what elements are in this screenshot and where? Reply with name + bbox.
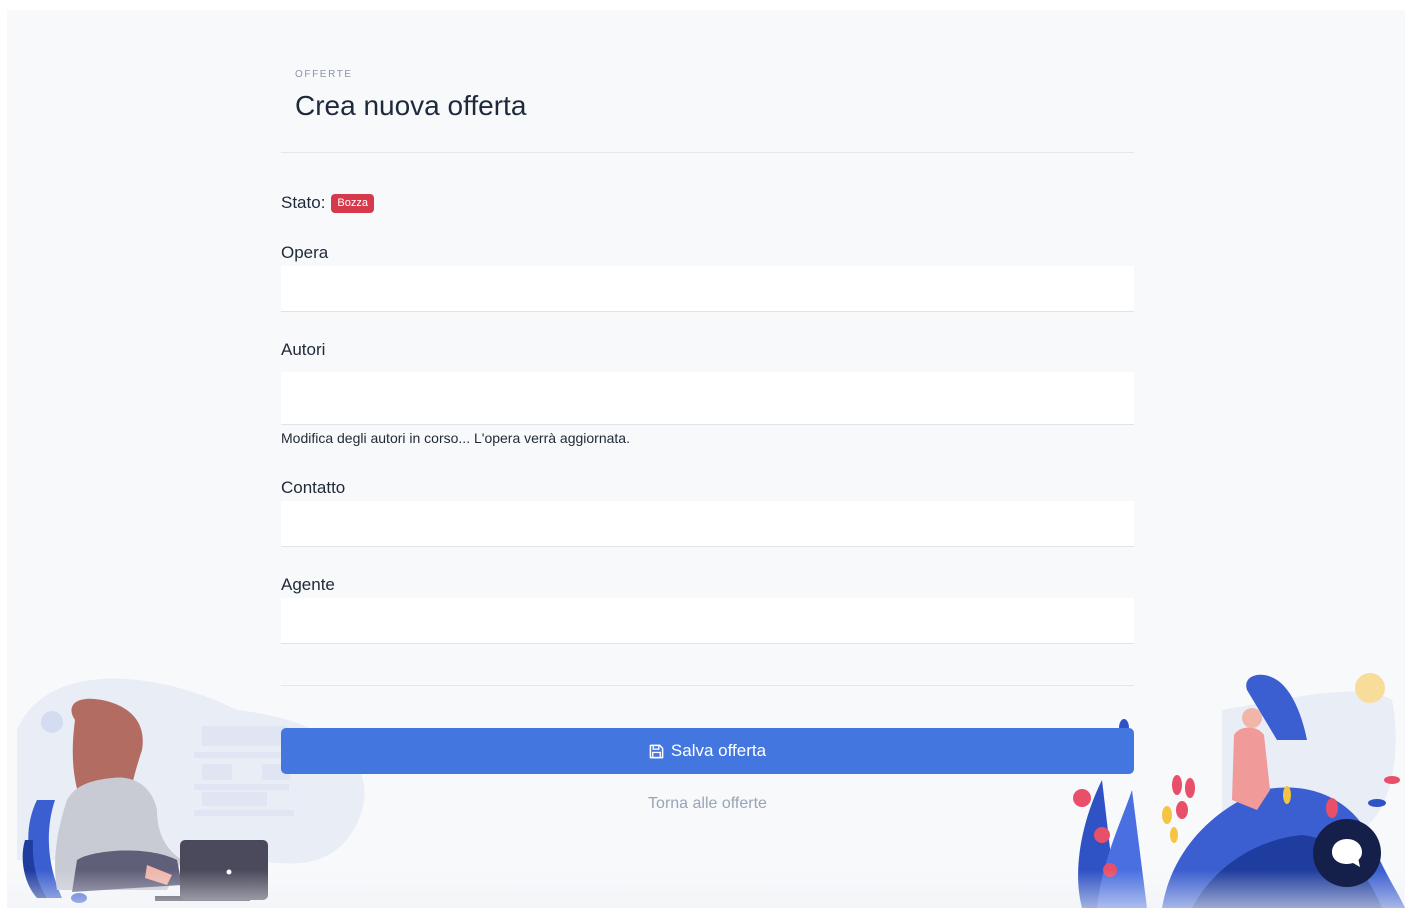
page-eyebrow: OFFERTE <box>295 69 353 80</box>
status-row: Stato: Bozza <box>281 193 374 213</box>
autori-input[interactable] <box>281 372 1134 425</box>
agente-label: Agente <box>281 575 335 594</box>
header-divider <box>281 152 1134 153</box>
chat-button[interactable] <box>1313 819 1381 887</box>
form-divider <box>281 685 1134 686</box>
save-button-label: Salva offerta <box>670 741 767 760</box>
opera-label: Opera <box>281 243 329 262</box>
chat-bubble-icon <box>1332 839 1362 867</box>
autori-help-text: Modifica degli autori in corso... L'oper… <box>281 430 630 446</box>
page-title: Crea nuova offerta <box>295 90 527 121</box>
autori-label: Autori <box>281 340 326 359</box>
status-label: Stato: <box>281 193 326 212</box>
woman-laptop-illustration <box>17 678 365 903</box>
agente-input[interactable] <box>281 598 1134 644</box>
contatto-label: Contatto <box>281 478 346 497</box>
contatto-input[interactable] <box>281 501 1134 547</box>
floppy-disk-icon <box>649 744 664 758</box>
status-badge: Bozza <box>331 193 374 213</box>
save-button[interactable]: Salva offerta <box>281 728 1134 774</box>
page: OFFERTE Crea nuova offerta Stato: Bozza … <box>7 10 1405 908</box>
opera-input[interactable] <box>281 266 1134 312</box>
back-to-offers-link[interactable]: Torna alle offerte <box>281 795 1134 813</box>
